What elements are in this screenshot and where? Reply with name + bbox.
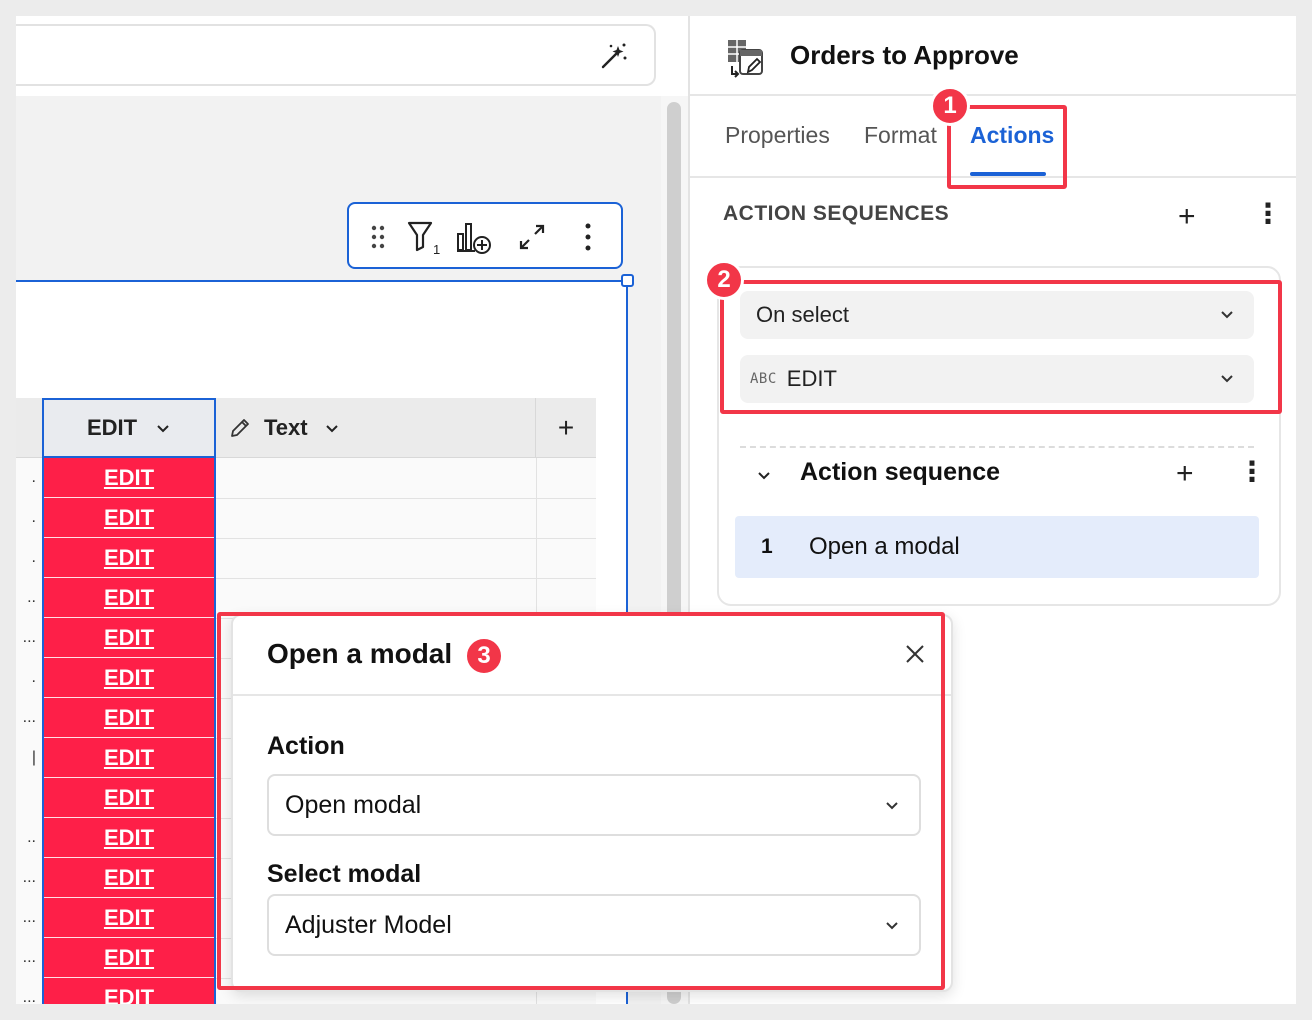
expand-icon[interactable] (513, 218, 551, 256)
element-toolbar: 1 (347, 202, 623, 269)
resize-handle[interactable] (621, 274, 634, 287)
column-header-previous[interactable] (16, 398, 42, 458)
edit-cell[interactable]: EDIT (44, 458, 214, 498)
truncated-cell: . (31, 669, 36, 686)
column-header-label: Text (264, 414, 308, 440)
truncated-cell: . (31, 469, 36, 486)
section-menu-icon[interactable]: ⋮ (1254, 200, 1282, 228)
action-step[interactable]: 1 Open a modal (735, 516, 1259, 578)
truncated-cell: .. (27, 589, 36, 606)
edit-cell[interactable]: EDIT (44, 818, 214, 858)
step-number: 1 (761, 535, 773, 558)
callout-highlight-trigger (720, 280, 1282, 414)
drag-handle-icon[interactable] (359, 218, 397, 256)
add-sequence-button[interactable]: + (1178, 202, 1196, 232)
tab-format[interactable]: Format (864, 122, 937, 149)
edit-cell[interactable]: EDIT (44, 858, 214, 898)
section-title: ACTION SEQUENCES (723, 202, 950, 225)
chevron-down-icon[interactable] (155, 420, 171, 436)
truncated-cell: ... (22, 869, 36, 886)
truncated-cell: . (31, 549, 36, 566)
more-options-icon[interactable] (569, 218, 607, 256)
edit-cell[interactable]: EDIT (44, 698, 214, 738)
callout-badge: 1 (930, 86, 970, 126)
add-action-button[interactable]: + (1176, 459, 1194, 489)
truncated-cell: | (31, 749, 36, 766)
column-header-edit[interactable]: EDIT (42, 398, 216, 458)
truncated-cell: ... (22, 989, 36, 1004)
edit-cell[interactable]: EDIT (44, 578, 214, 618)
edit-cell[interactable]: EDIT (44, 538, 214, 578)
truncated-cell: ... (22, 709, 36, 726)
pencil-icon (231, 418, 249, 437)
ai-search-bar[interactable] (16, 24, 656, 86)
truncated-cell: .. (27, 829, 36, 846)
callout-highlight-modal (217, 612, 945, 990)
divider (740, 446, 1254, 448)
tab-properties[interactable]: Properties (725, 122, 830, 149)
svg-text:1: 1 (433, 242, 440, 256)
edit-cell[interactable]: EDIT (44, 778, 214, 818)
panel-header: Orders to Approve (690, 16, 1296, 96)
add-column-button[interactable]: + (536, 398, 596, 458)
app-window: 1 EDIT Text + . . . .. ... . ... | .. ..… (16, 16, 1296, 1004)
edit-cell[interactable]: EDIT (44, 498, 214, 538)
callout-badge: 3 (464, 636, 504, 676)
truncated-cell: ... (22, 629, 36, 646)
edit-cell[interactable]: EDIT (44, 938, 214, 978)
table-edit-icon (728, 40, 763, 78)
edit-column: EDIT EDIT EDIT EDIT EDIT EDIT EDIT EDIT EDIT EDIT… (42, 458, 216, 1004)
column-header-label: EDIT (86, 415, 138, 440)
truncated-cell: ... (22, 949, 36, 966)
column-header-text[interactable]: Text (216, 398, 536, 458)
edit-cell[interactable]: EDIT (44, 658, 214, 698)
truncated-cell: . (31, 509, 36, 526)
truncated-cell: ... (22, 909, 36, 926)
edit-cell[interactable]: EDIT (44, 738, 214, 778)
panel-title: Orders to Approve (790, 40, 1019, 70)
step-label: Open a modal (809, 533, 960, 560)
truncated-cell (16, 778, 42, 818)
sequence-title: Action sequence (800, 458, 1001, 486)
sequence-menu-icon[interactable]: ⋮ (1238, 458, 1266, 486)
add-chart-icon[interactable] (455, 218, 493, 256)
collapse-chevron-icon[interactable] (754, 466, 774, 486)
edit-cell[interactable]: EDIT (44, 618, 214, 658)
edit-cell[interactable]: EDIT (44, 978, 214, 1005)
edit-cell[interactable]: EDIT (44, 898, 214, 938)
callout-badge: 2 (704, 260, 744, 300)
chevron-down-icon[interactable] (324, 420, 340, 436)
filter-icon[interactable]: 1 (405, 218, 443, 256)
magic-wand-icon[interactable] (598, 42, 628, 72)
